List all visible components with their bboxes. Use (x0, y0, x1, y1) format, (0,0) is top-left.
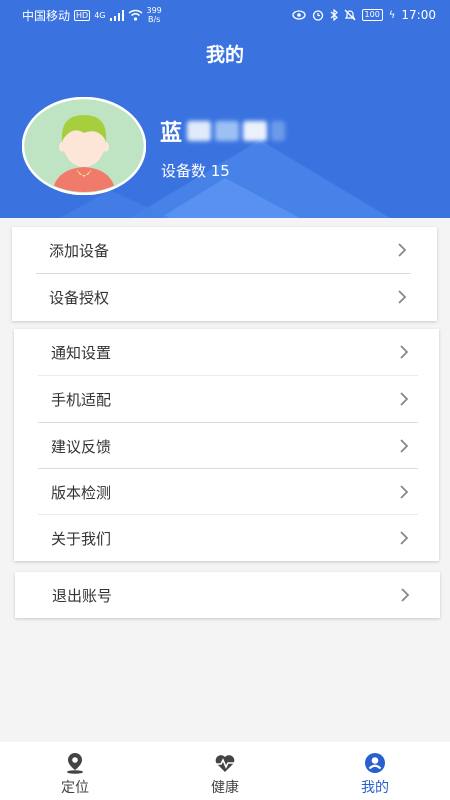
name-redaction (187, 121, 286, 141)
chevron-right-icon (400, 345, 409, 359)
status-bar: 中国移动 HD 4G 399 B/s 100 ϟ 17:00 (0, 0, 450, 30)
profile-header: 中国移动 HD 4G 399 B/s 100 ϟ 17:00 我的 蓝 设备数 … (0, 0, 450, 218)
speed-unit: B/s (147, 15, 161, 24)
menu-item-version-check[interactable]: 版本检测 (14, 469, 439, 515)
user-icon (365, 753, 385, 773)
menu-group-account: 退出账号 (15, 572, 440, 618)
status-time: 17:00 (401, 8, 436, 22)
page-title: 我的 (205, 44, 244, 66)
signal-icon (109, 9, 124, 21)
user-name-text: 蓝 (160, 121, 184, 146)
tab-health[interactable]: 健康 (150, 742, 300, 800)
menu-item-feedback[interactable]: 建议反馈 (14, 423, 439, 469)
chevron-right-icon (400, 531, 409, 545)
menu-item-label: 退出账号 (52, 586, 113, 605)
chevron-right-icon (401, 588, 410, 602)
alarm-icon (312, 10, 323, 21)
charging-icon: ϟ (388, 9, 396, 21)
heart-pulse-icon (215, 755, 235, 772)
signal-type: 4G (94, 10, 106, 20)
menu-item-label: 添加设备 (49, 241, 110, 260)
hd-badge: HD (74, 9, 91, 21)
chevron-right-icon (400, 439, 409, 453)
menu-item-label: 手机适配 (51, 390, 112, 409)
menu-item-device-authorization[interactable]: 设备授权 (12, 274, 437, 320)
mute-bell-icon (344, 9, 355, 21)
carrier-name: 中国移动 (22, 8, 71, 23)
tab-label: 健康 (211, 780, 239, 796)
chevron-right-icon (398, 290, 407, 304)
user-name: 蓝 (160, 116, 286, 146)
menu-item-notification-settings[interactable]: 通知设置 (14, 329, 439, 375)
menu-item-logout[interactable]: 退出账号 (15, 572, 440, 618)
tab-location[interactable]: 定位 (0, 742, 150, 800)
menu-item-label: 关于我们 (51, 529, 112, 548)
speed-value: 399 (146, 6, 162, 15)
menu-group-devices: 添加设备 设备授权 (12, 227, 437, 321)
menu-item-about-us[interactable]: 关于我们 (14, 515, 439, 561)
menu-item-add-device[interactable]: 添加设备 (12, 227, 437, 273)
tab-label: 定位 (61, 780, 89, 796)
avatar[interactable] (22, 97, 146, 195)
menu-item-label: 通知设置 (51, 343, 112, 362)
tab-mine[interactable]: 我的 (300, 742, 450, 800)
menu-item-label: 建议反馈 (51, 437, 112, 456)
menu-group-settings: 通知设置 手机适配 建议反馈 版本检测 关于我们 (14, 329, 439, 561)
chevron-right-icon (398, 243, 407, 257)
menu-item-phone-adaptation[interactable]: 手机适配 (14, 376, 439, 422)
chevron-right-icon (400, 392, 409, 406)
tab-label: 我的 (361, 780, 389, 796)
eye-icon (291, 10, 306, 20)
menu-item-label: 设备授权 (49, 288, 110, 307)
wifi-icon (128, 9, 142, 21)
battery-icon: 100 (361, 9, 383, 21)
network-speed: 399 B/s (147, 6, 162, 24)
location-pin-icon (67, 753, 83, 774)
bluetooth-icon (330, 9, 338, 21)
bottom-tab-bar: 定位 健康 我的 (0, 742, 450, 800)
device-count: 设备数 15 (161, 162, 230, 180)
chevron-right-icon (400, 485, 409, 499)
menu-item-label: 版本检测 (51, 483, 112, 502)
